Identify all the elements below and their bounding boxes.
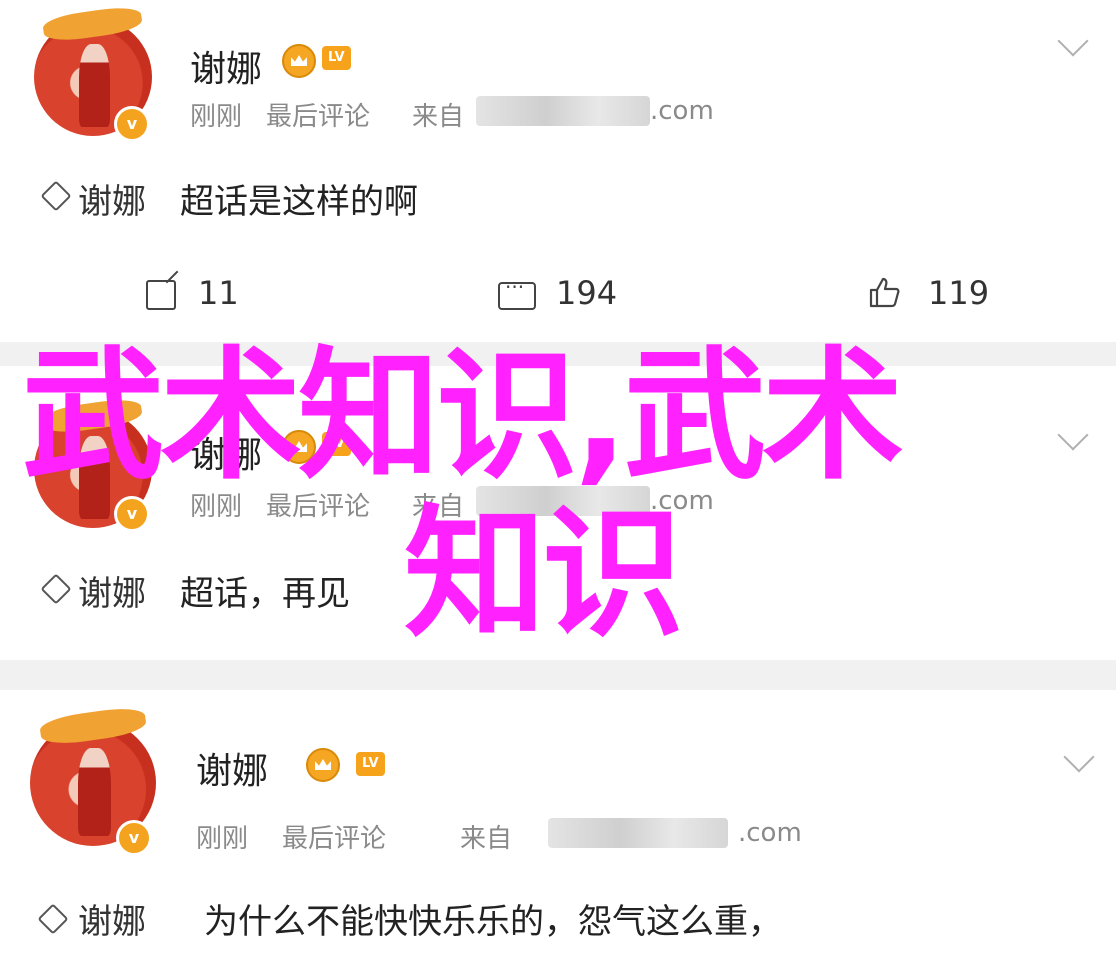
super-topic-name[interactable]: 谢娜 xyxy=(78,174,146,223)
post-card-1: v 谢娜 LV 刚刚 最后评论 来自 .com 谢娜 超话是这样的啊 11 19… xyxy=(0,0,1116,342)
diamond-icon xyxy=(40,180,72,212)
post-card-3: v 谢娜 LV 刚刚 最后评论 来自 .com 谢娜 为什么不能快快乐乐的，怨气… xyxy=(0,690,1116,966)
post-divider xyxy=(0,660,1116,690)
watermark-overlay-line-1: 武术知识,武术 xyxy=(22,334,904,499)
share-count[interactable]: 11 xyxy=(198,274,239,312)
source-suffix: .com xyxy=(650,96,714,126)
comment-text: 超话是这样的啊 xyxy=(180,182,418,222)
super-topic-name[interactable]: 谢娜 xyxy=(78,894,146,943)
crown-icon xyxy=(306,748,340,782)
source-redacted xyxy=(476,96,650,126)
verified-badge-icon: v xyxy=(114,496,150,532)
source-redacted xyxy=(548,818,728,848)
share-icon[interactable] xyxy=(146,280,176,310)
verified-badge-icon: v xyxy=(114,106,150,142)
comment-icon[interactable] xyxy=(498,275,536,310)
diamond-icon xyxy=(40,573,72,605)
comment-text: 为什么不能快快乐乐的，怨气这么重， xyxy=(204,902,782,942)
username[interactable]: 谢娜 xyxy=(196,742,268,794)
thumbs-up-icon[interactable] xyxy=(868,276,900,308)
chevron-down-icon[interactable] xyxy=(1057,419,1089,451)
chevron-down-icon[interactable] xyxy=(1057,25,1089,57)
post-time: 刚刚 xyxy=(196,824,249,854)
post-from-label: 来自 xyxy=(460,824,513,854)
like-count[interactable]: 119 xyxy=(928,274,989,312)
watermark-overlay-line-2: 知识 xyxy=(404,492,684,657)
level-badge: LV xyxy=(322,46,351,70)
avatar-figure xyxy=(77,747,111,836)
source-suffix: .com xyxy=(738,818,802,848)
post-action: 最后评论 xyxy=(266,102,371,132)
chevron-down-icon[interactable] xyxy=(1063,741,1095,773)
level-badge: LV xyxy=(356,752,385,776)
avatar-figure xyxy=(78,43,110,127)
comment-text: 超话，再见 xyxy=(180,574,350,614)
crown-icon xyxy=(282,44,316,78)
username[interactable]: 谢娜 xyxy=(190,40,262,92)
verified-badge-icon: v xyxy=(116,820,152,856)
diamond-icon xyxy=(37,903,69,935)
post-action: 最后评论 xyxy=(282,824,387,854)
avatar-decoration xyxy=(38,705,148,748)
post-time: 刚刚 xyxy=(190,102,243,132)
avatar-decoration xyxy=(42,4,144,44)
comment-count[interactable]: 194 xyxy=(556,274,617,312)
super-topic-name[interactable]: 谢娜 xyxy=(78,566,146,615)
post-from-label: 来自 xyxy=(412,102,465,132)
